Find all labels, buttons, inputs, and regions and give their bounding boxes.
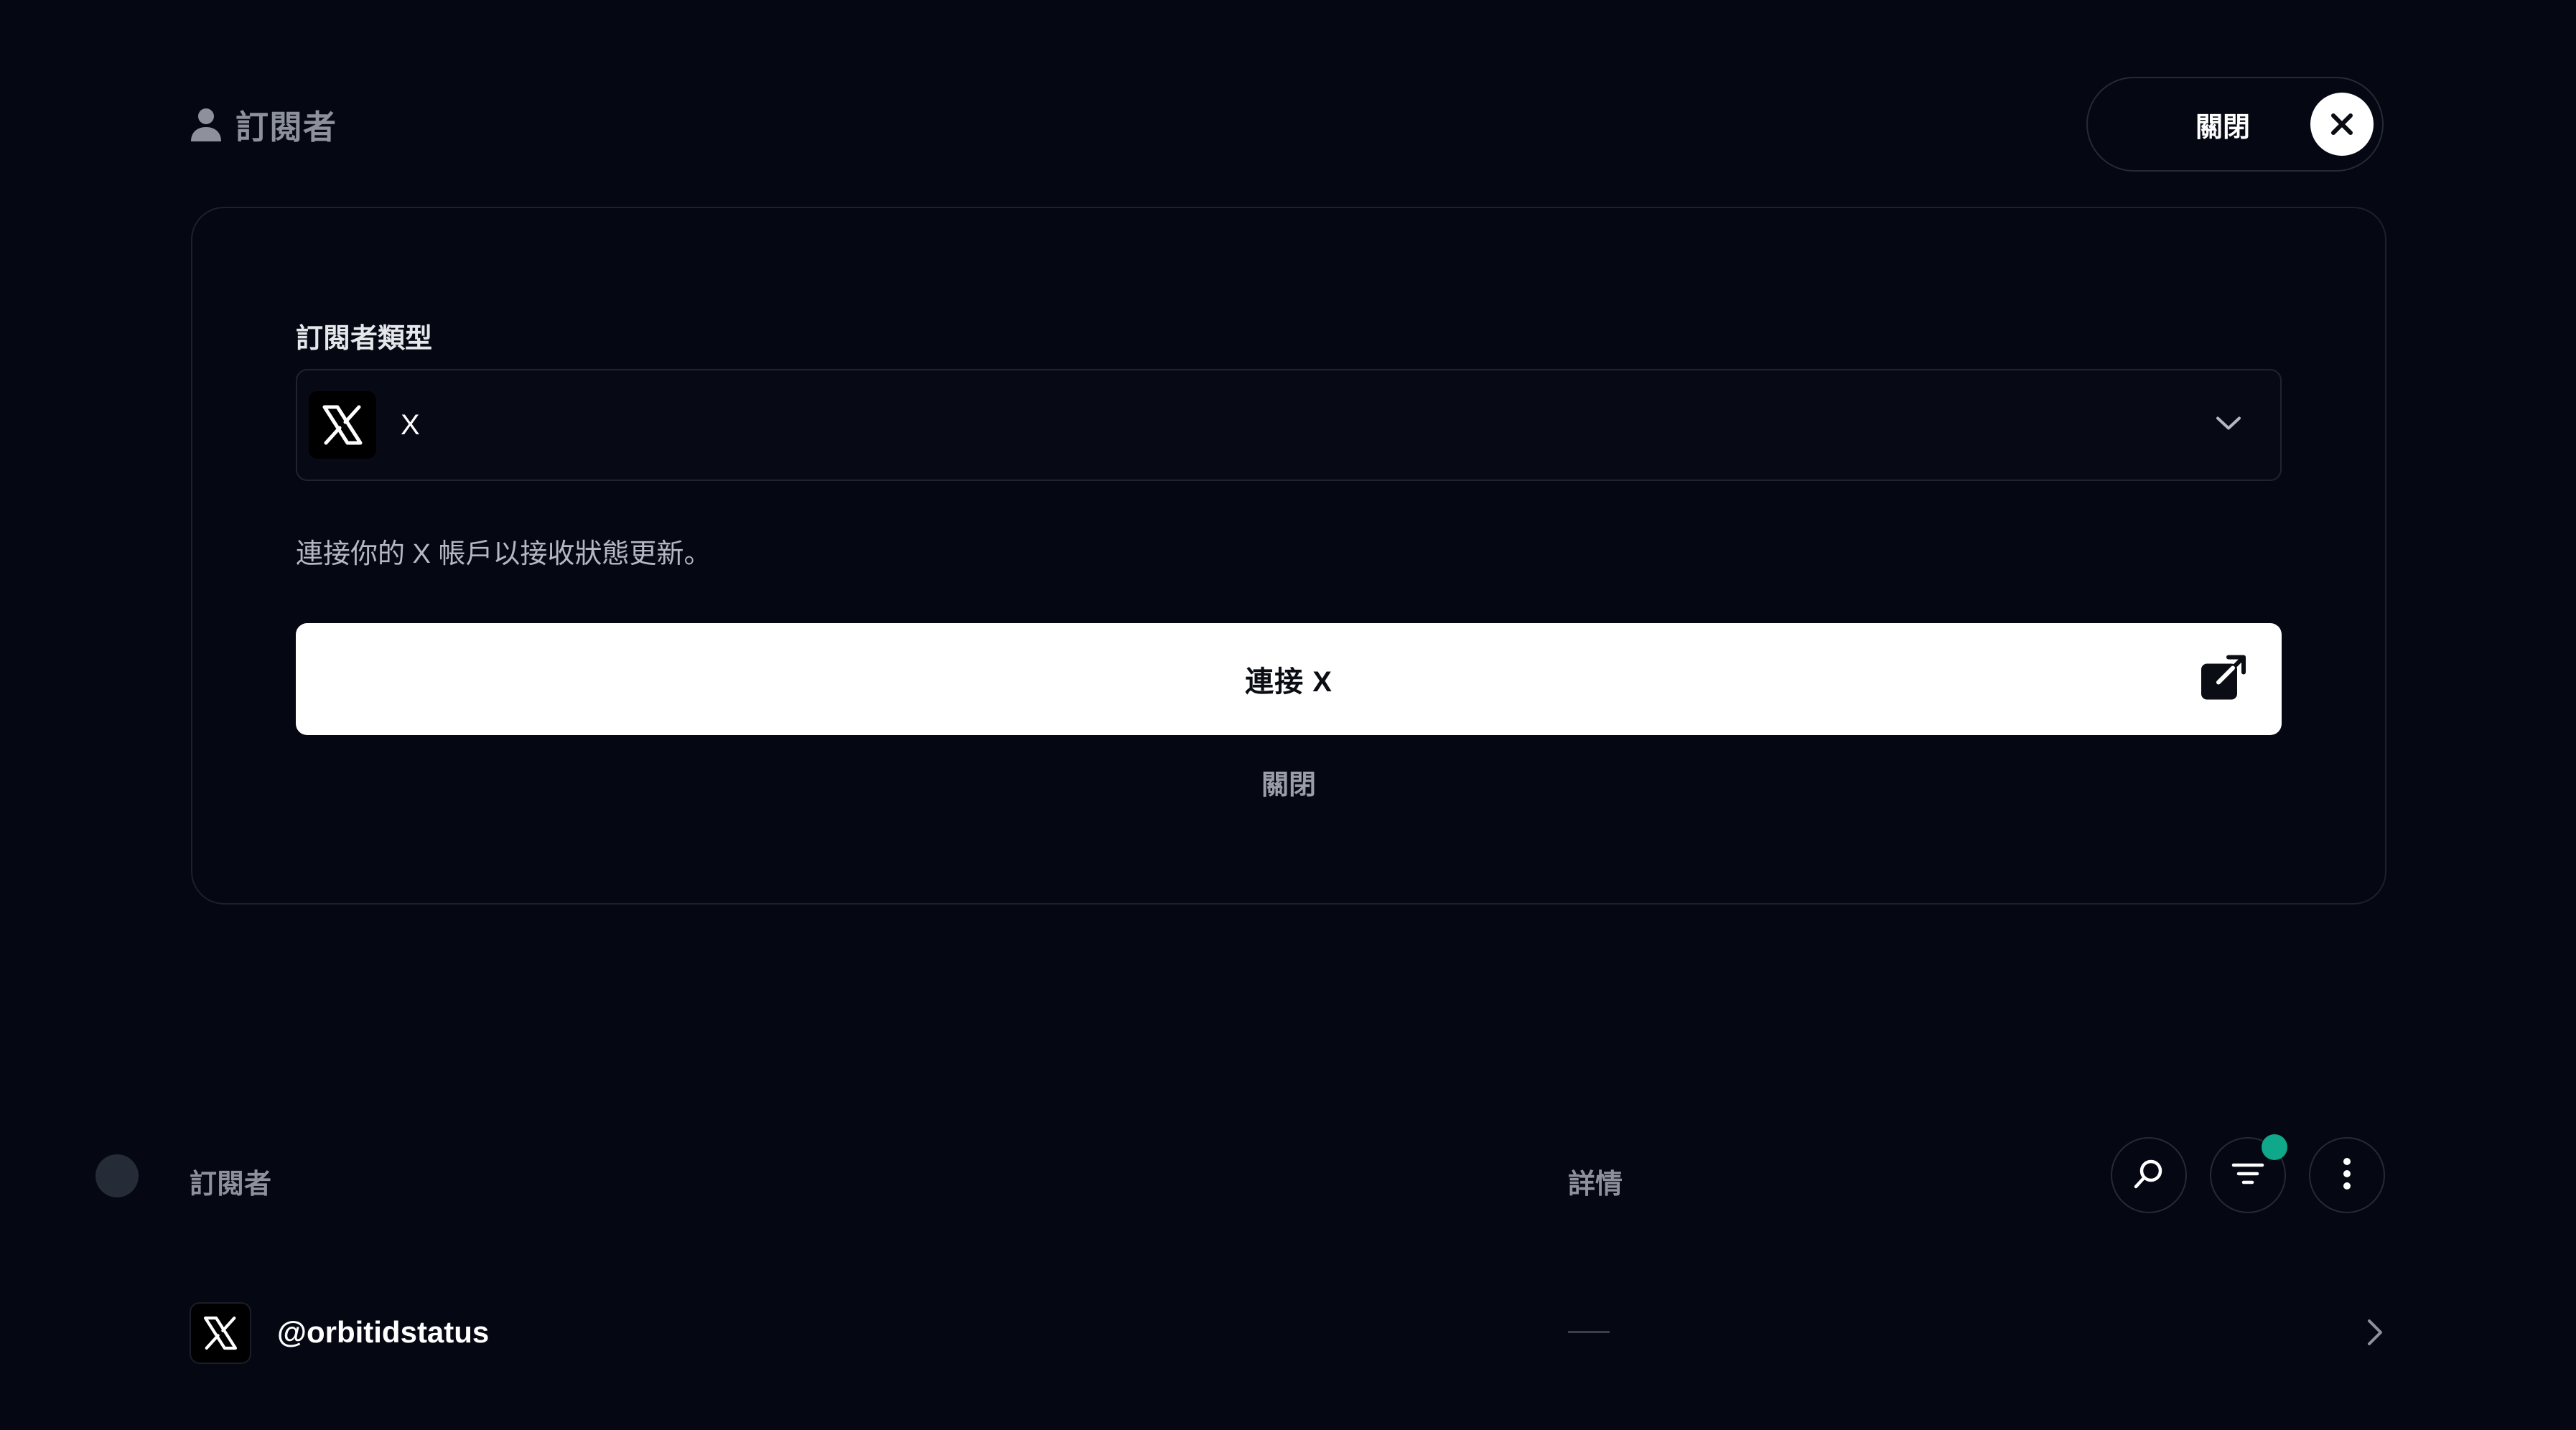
more-vertical-icon <box>2342 1157 2352 1194</box>
external-link-icon <box>2200 654 2247 705</box>
active-filter-badge <box>2262 1134 2287 1160</box>
selected-type-value: X <box>401 408 420 441</box>
search-button[interactable] <box>2111 1137 2187 1213</box>
connect-subscriber-card: 訂閱者類型 X 連接你的 X 帳戶以接收狀態更新。 連接 X 關閉 <box>191 207 2386 905</box>
column-header-subscriber[interactable]: 訂閱者 <box>190 1162 271 1201</box>
x-logo-icon <box>309 391 376 459</box>
cancel-button[interactable]: 關閉 <box>192 762 2385 802</box>
chevron-down-icon[interactable] <box>2216 416 2241 435</box>
close-button[interactable]: 關閉 <box>2086 77 2384 172</box>
filter-icon <box>2231 1161 2265 1190</box>
subscribers-page: 訂閱者 關閉 訂閱者類型 X 連接你的 X 帳戶以接收狀態更新。 連接 X 關閉… <box>0 0 2576 1430</box>
chevron-right-icon[interactable] <box>2366 1318 2384 1350</box>
more-options-button[interactable] <box>2309 1137 2385 1213</box>
close-button-label: 關閉 <box>2195 112 2250 143</box>
subscriber-type-select[interactable]: X <box>296 369 2282 481</box>
x-logo-icon <box>190 1302 251 1364</box>
page-header: 訂閱者 <box>190 102 337 148</box>
subscriber-handle: @orbitidstatus <box>277 1315 490 1349</box>
connect-x-label: 連接 X <box>1245 666 1333 698</box>
page-title: 訂閱者 <box>235 108 337 146</box>
column-header-details[interactable]: 詳情 <box>1568 1162 1623 1201</box>
close-icon[interactable] <box>2310 93 2374 156</box>
user-icon <box>190 107 223 143</box>
search-icon <box>2132 1157 2165 1194</box>
subscriber-type-label: 訂閱者類型 <box>296 324 433 354</box>
connect-x-button[interactable]: 連接 X <box>296 623 2282 735</box>
select-all-checkbox[interactable] <box>95 1154 139 1197</box>
details-empty-value <box>1568 1331 1610 1333</box>
help-text: 連接你的 X 帳戶以接收狀態更新。 <box>296 539 711 569</box>
table-row[interactable]: @orbitidstatus <box>190 1302 2386 1364</box>
